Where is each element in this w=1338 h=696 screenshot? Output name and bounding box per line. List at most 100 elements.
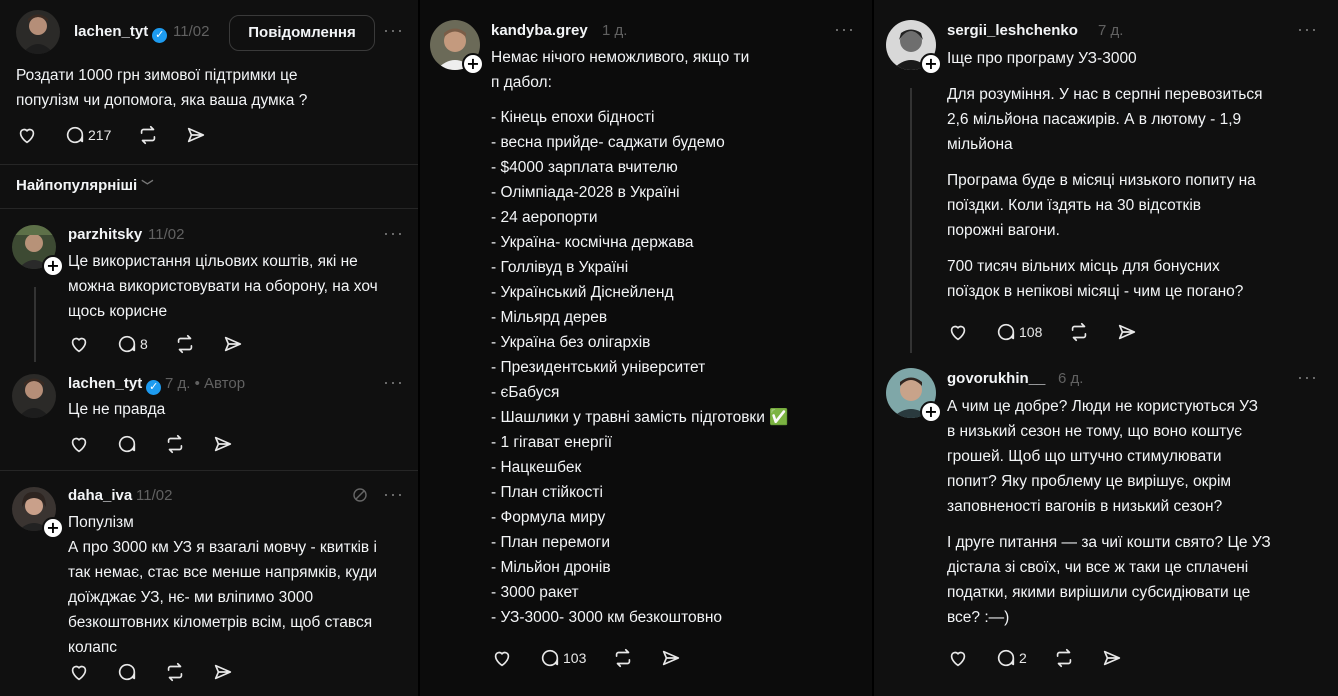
- translate-icon[interactable]: [352, 487, 368, 508]
- follow-plus-icon[interactable]: +: [920, 53, 942, 75]
- follow-plus-icon[interactable]: +: [920, 401, 942, 423]
- avatar[interactable]: [12, 374, 56, 418]
- author-tag: • Автор: [194, 375, 246, 392]
- reply-post: + govorukhin__ 6 д. ··· А чим це добре? …: [874, 358, 1338, 696]
- reply-button[interactable]: 2: [995, 647, 1027, 669]
- list-item: - План перемоги: [491, 534, 610, 551]
- list-item: - Формула миру: [491, 509, 606, 526]
- original-post: lachen_tyt ✓ 11/02 Повідомлення ··· Розда…: [0, 0, 418, 165]
- divider: [0, 164, 418, 165]
- heart-icon: [494, 651, 510, 667]
- repost-icon: [167, 662, 183, 682]
- more-options-icon[interactable]: ···: [383, 20, 404, 41]
- reply-count: 217: [88, 127, 112, 143]
- username-text[interactable]: lachen_tyt: [68, 375, 142, 392]
- username-text[interactable]: lachen_tyt: [74, 23, 148, 40]
- comment-icon: [66, 126, 84, 144]
- send-icon: [663, 650, 680, 666]
- list-item: - Мільярд дерев: [491, 309, 608, 326]
- more-options-icon[interactable]: ···: [383, 372, 404, 393]
- repost-button[interactable]: [1053, 647, 1075, 669]
- username[interactable]: lachen_tyt ✓: [74, 23, 168, 43]
- post-text: Програма буде в місяці низького попиту н…: [947, 172, 1256, 239]
- follow-plus-icon[interactable]: +: [42, 255, 64, 277]
- share-button[interactable]: [185, 124, 207, 146]
- repost-icon: [616, 648, 631, 668]
- username[interactable]: kandyba.grey: [491, 22, 588, 39]
- timestamp: 6 д.: [1058, 370, 1084, 387]
- post-text: Це використання цільових коштів, які не …: [68, 253, 378, 320]
- list-item: - Україна без олігархів: [491, 334, 651, 351]
- like-button[interactable]: [68, 333, 90, 355]
- list-item: - Мільйон дронів: [491, 559, 611, 576]
- repost-button[interactable]: [137, 124, 159, 146]
- reply-count: 8: [140, 336, 148, 352]
- repost-button[interactable]: [174, 333, 196, 355]
- username[interactable]: govorukhin__: [947, 370, 1045, 387]
- post-text: Популізм А про 3000 км УЗ я взагалі мовч…: [68, 514, 378, 656]
- share-button[interactable]: [1116, 321, 1138, 343]
- like-button[interactable]: [16, 124, 38, 146]
- follow-plus-icon[interactable]: +: [42, 517, 64, 539]
- post: + kandyba.grey 1 д. ··· Немає нічого нем…: [420, 0, 872, 696]
- username[interactable]: parzhitsky: [68, 226, 142, 243]
- time-text: 7 д.: [165, 375, 191, 392]
- comment-icon: [997, 323, 1015, 341]
- username[interactable]: daha_iva: [68, 487, 132, 504]
- more-options-icon[interactable]: ···: [383, 484, 404, 505]
- reply-button[interactable]: 217: [64, 124, 111, 146]
- repost-icon: [1072, 322, 1087, 342]
- repost-button[interactable]: [1068, 321, 1090, 343]
- share-button[interactable]: [660, 647, 682, 669]
- like-button[interactable]: [68, 433, 90, 455]
- thread-column-right: + sergii_leshchenko 7 д. ··· Іще про про…: [874, 0, 1338, 696]
- more-options-icon[interactable]: ···: [834, 19, 855, 40]
- comment-icon: [541, 649, 559, 667]
- share-button[interactable]: [212, 433, 234, 455]
- like-button[interactable]: [491, 647, 513, 669]
- like-button[interactable]: [947, 321, 969, 343]
- verified-badge-icon: ✓: [146, 380, 162, 395]
- share-button[interactable]: [1101, 647, 1123, 669]
- heart-icon: [71, 437, 87, 453]
- list-item: - План стійкості: [491, 484, 603, 501]
- send-icon: [224, 336, 241, 352]
- avatar[interactable]: [16, 10, 60, 54]
- reply-count: 108: [1019, 324, 1043, 340]
- more-options-icon[interactable]: ···: [1297, 367, 1318, 388]
- reply-button[interactable]: [116, 433, 138, 455]
- reply-button[interactable]: 8: [116, 333, 148, 355]
- share-button[interactable]: [212, 661, 234, 683]
- repost-button[interactable]: [164, 433, 186, 455]
- like-button[interactable]: [68, 661, 90, 683]
- post-text: Іще про програму УЗ-3000: [947, 50, 1137, 67]
- list-item: - 24 аеропорти: [491, 209, 598, 226]
- reply-button[interactable]: 108: [995, 321, 1042, 343]
- username[interactable]: lachen_tyt ✓: [68, 375, 162, 395]
- share-button[interactable]: [222, 333, 244, 355]
- reply-button[interactable]: [116, 661, 138, 683]
- more-options-icon[interactable]: ···: [383, 223, 404, 244]
- list-item: - Президентський університет: [491, 359, 706, 376]
- list-item: - Нацкешбек: [491, 459, 582, 476]
- repost-button[interactable]: [612, 647, 634, 669]
- reply-count: 2: [1019, 650, 1027, 666]
- send-icon: [188, 127, 205, 143]
- repost-button[interactable]: [164, 661, 186, 683]
- chevron-down-icon[interactable]: ﹀: [141, 179, 153, 193]
- reply-post: lachen_tyt ✓ 7 д. • Автор ··· Це не правд…: [0, 362, 418, 467]
- message-button[interactable]: Повідомлення: [229, 15, 375, 51]
- list-item: - Голлівуд в Україні: [491, 259, 629, 276]
- reply-post: + parzhitsky 11/02 ··· Це використання ц…: [0, 209, 418, 369]
- sort-dropdown[interactable]: Найпопулярніші ﹀: [16, 177, 153, 194]
- like-button[interactable]: [947, 647, 969, 669]
- username[interactable]: sergii_leshchenko: [947, 22, 1078, 39]
- more-options-icon[interactable]: ···: [1297, 19, 1318, 40]
- repost-icon: [167, 434, 183, 454]
- reply-button[interactable]: 103: [539, 647, 586, 669]
- post-actions: 8: [68, 332, 270, 356]
- timestamp: 11/02: [173, 23, 210, 40]
- sort-label[interactable]: Найпопулярніші: [16, 177, 137, 194]
- heart-icon: [950, 325, 966, 341]
- follow-plus-icon[interactable]: +: [462, 53, 484, 75]
